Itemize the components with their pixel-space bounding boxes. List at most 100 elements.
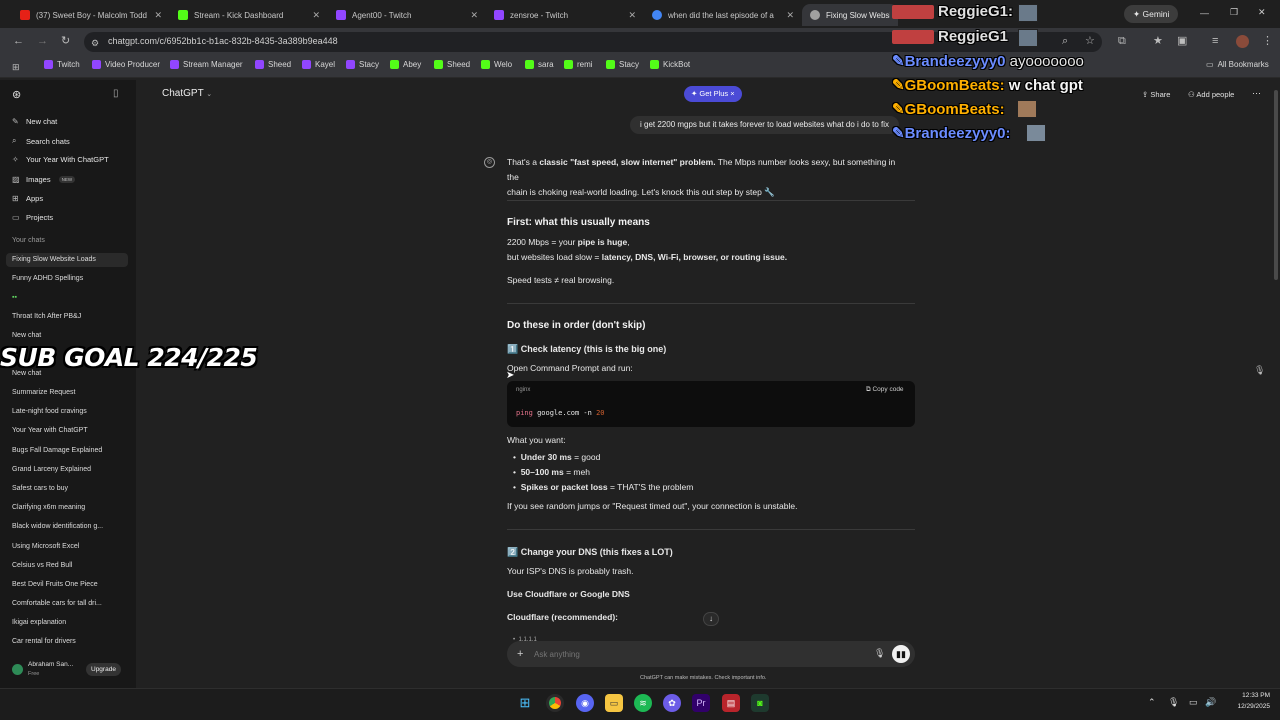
bookmark-sheed-kick[interactable]: Sheed [434, 60, 470, 69]
profile-avatar[interactable] [1236, 35, 1249, 48]
tab-chatgpt-active[interactable]: Fixing Slow Website [802, 4, 898, 26]
chat-item[interactable]: Ikigai explanation [12, 619, 66, 626]
bookmark-video-producer[interactable]: Video Producer [92, 60, 160, 69]
chat-item[interactable]: Fixing Slow Website Loads [12, 256, 96, 263]
scrollbar[interactable] [1274, 90, 1278, 280]
spotify-icon[interactable]: ≋ [634, 694, 652, 712]
chat-item[interactable]: Black widow identification g... [12, 523, 103, 530]
chrome-icon[interactable] [546, 694, 564, 712]
upgrade-button[interactable]: Upgrade [86, 663, 121, 676]
window-close-button[interactable]: ✕ [1258, 7, 1266, 18]
minimize-button[interactable]: — [1200, 8, 1209, 18]
add-people-button[interactable]: ⚇ Add people [1188, 90, 1234, 99]
close-icon[interactable]: × [730, 89, 734, 98]
bookmark-abey[interactable]: Abey [390, 60, 421, 69]
premiere-icon[interactable]: Pr [692, 694, 710, 712]
gemini-button[interactable]: ✦ Gemini [1124, 5, 1179, 23]
bookmark-star-icon[interactable]: ☆ [1085, 34, 1095, 48]
url-text[interactable]: chatgpt.com/c/6952bb1c-b1ac-832b-8435-3a… [108, 36, 338, 46]
chat-item[interactable]: Bugs Fall Damage Explained [12, 447, 102, 454]
network-icon[interactable]: ▭ [1189, 697, 1198, 708]
site-info-icon[interactable]: ⚙ [91, 36, 99, 50]
red-app-icon[interactable]: ▤ [722, 694, 740, 712]
extensions-icon[interactable]: ⧉ [1118, 34, 1126, 48]
bookmark-welo[interactable]: Welo [481, 60, 512, 69]
model-selector[interactable]: ChatGPT ⌄ [162, 88, 212, 99]
openai-logo-icon[interactable]: ⊛ [12, 88, 21, 101]
tab-kick-dashboard[interactable]: Stream - Kick Dashboard ✕ [170, 4, 328, 26]
user-name[interactable]: Abraham San... [28, 661, 73, 668]
sidebar-toggle-icon[interactable]: ▯ [113, 88, 119, 99]
tray-chevron-icon[interactable]: ⌃ [1148, 697, 1156, 708]
discord-icon[interactable]: ◉ [576, 694, 594, 712]
close-icon[interactable]: ✕ [312, 10, 320, 21]
volume-icon[interactable]: 🔊 [1205, 697, 1216, 708]
chat-item[interactable]: Car rental for drivers [12, 638, 76, 645]
chat-item-emoji[interactable]: ▪▪ [12, 294, 17, 301]
avatar[interactable] [12, 664, 23, 675]
bookmark-stacy-kick[interactable]: Stacy [606, 60, 639, 69]
chat-item[interactable]: Celsius vs Red Bull [12, 562, 72, 569]
maximize-button[interactable]: ❐ [1230, 7, 1238, 18]
clock-time[interactable]: 12:33 PM [1230, 692, 1270, 699]
bookmark-kayel[interactable]: Kayel [302, 60, 335, 69]
sidepanel-icon[interactable]: ▣ [1177, 34, 1187, 48]
tab-google-search[interactable]: when did the last episode of a ✕ [644, 4, 802, 26]
sidebar-item-projects[interactable]: ▭ Projects [12, 213, 53, 222]
color-app-icon[interactable]: ✿ [663, 694, 681, 712]
get-plus-button[interactable]: ✦ Get Plus × [684, 86, 742, 102]
voice-icon[interactable]: 🎙 [1254, 365, 1265, 376]
sidebar-item-images[interactable]: ▨ Images NEW [12, 175, 76, 184]
chat-item[interactable]: Late-night food cravings [12, 408, 87, 415]
bookmark-remi[interactable]: remi [564, 60, 593, 69]
bookmark-sheed[interactable]: Sheed [255, 60, 291, 69]
all-bookmarks[interactable]: ▭ All Bookmarks [1206, 60, 1269, 69]
close-icon[interactable]: ✕ [470, 10, 478, 21]
tab-twitch-zensroe[interactable]: zensroe - Twitch ✕ [486, 4, 644, 26]
chat-item[interactable]: Safest cars to buy [12, 485, 68, 492]
microphone-icon[interactable]: 🎙 [874, 648, 885, 659]
bookmark-kickbot[interactable]: KickBot [650, 60, 690, 69]
chat-item[interactable]: Comfortable cars for tall dri... [12, 600, 102, 607]
media-icon[interactable]: ≡ [1212, 34, 1218, 48]
mic-tray-icon[interactable]: 🎙 [1168, 697, 1179, 708]
reload-icon[interactable]: ↻ [61, 34, 70, 48]
chat-item[interactable]: Grand Larceny Explained [12, 466, 91, 473]
zoom-icon[interactable]: ⌕ [1062, 34, 1068, 48]
more-options-icon[interactable]: ⋯ [1252, 88, 1261, 99]
tab-youtube[interactable]: (37) Sweet Boy - Malcolm Todd ✕ [12, 4, 170, 26]
chat-item[interactable]: Best Devil Fruits One Piece [12, 581, 98, 588]
chat-input[interactable] [534, 646, 864, 662]
back-icon[interactable]: ← [13, 34, 24, 48]
menu-icon[interactable]: ⋮ [1262, 34, 1273, 48]
chat-item[interactable]: Your Year with ChatGPT [12, 427, 88, 434]
chat-item[interactable]: Using Microsoft Excel [12, 543, 79, 550]
apps-grid-icon[interactable]: ⊞ [12, 60, 20, 74]
bookmark-twitch[interactable]: Twitch [44, 60, 80, 69]
close-icon[interactable]: ✕ [154, 10, 162, 21]
sidebar-item-apps[interactable]: ⊞ Apps [12, 194, 43, 203]
chat-item[interactable]: Funny ADHD Spellings [12, 275, 83, 282]
voice-mode-button[interactable]: ▮▮ [892, 645, 910, 663]
file-explorer-icon[interactable]: ▭ [605, 694, 623, 712]
plus-icon[interactable]: + [517, 648, 523, 660]
copy-code-button[interactable]: ⧉ Copy code [866, 386, 904, 394]
sidebar-item-search[interactable]: ⌕ Search chats [12, 136, 70, 146]
sidebar-item-year[interactable]: ✧ Your Year With ChatGPT [12, 155, 109, 164]
clock-date[interactable]: 12/29/2025 [1222, 703, 1270, 710]
bookmark-stacy[interactable]: Stacy [346, 60, 379, 69]
bookmark-stream-manager[interactable]: Stream Manager [170, 60, 243, 69]
reading-list-icon[interactable]: ★ [1153, 34, 1163, 48]
bookmark-sara[interactable]: sara [525, 60, 554, 69]
tab-twitch-agent00[interactable]: Agent00 - Twitch ✕ [328, 4, 486, 26]
scroll-down-icon[interactable]: ↓ [703, 612, 719, 626]
chat-item[interactable]: Clarifying x6m meaning [12, 504, 85, 511]
android-app-icon[interactable]: ◙ [751, 694, 769, 712]
chat-item[interactable]: New chat [12, 332, 41, 339]
forward-icon[interactable]: → [37, 34, 48, 48]
chat-item[interactable]: Throat Itch After PB&J [12, 313, 81, 320]
sidebar-item-new-chat[interactable]: ✎ New chat [12, 117, 57, 126]
close-icon[interactable]: ✕ [786, 10, 794, 21]
share-button[interactable]: ⇪ Share [1142, 90, 1170, 99]
chat-item[interactable]: Summarize Request [12, 389, 75, 396]
